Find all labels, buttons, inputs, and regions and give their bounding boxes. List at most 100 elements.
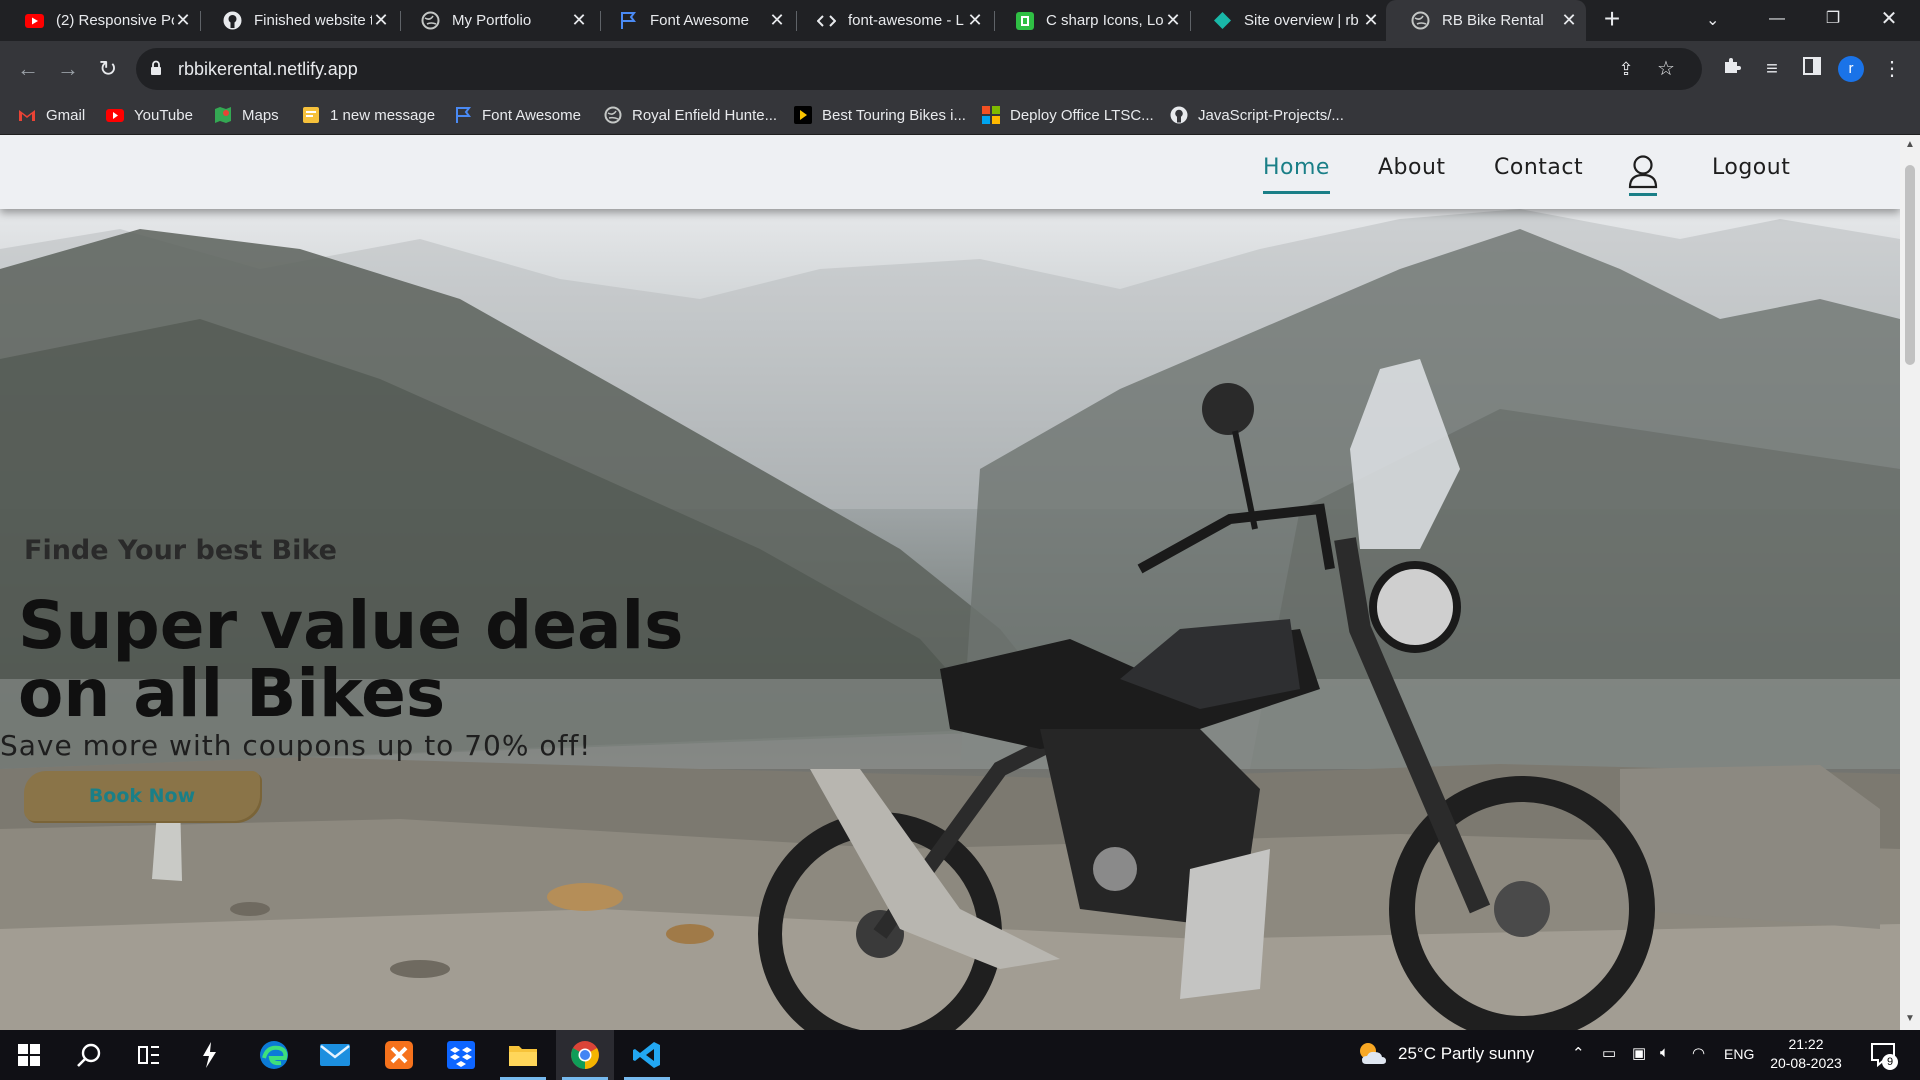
bookmark-youtube[interactable]: YouTube — [106, 106, 193, 124]
tab-title: Font Awesome — [650, 12, 749, 29]
side-panel-icon[interactable] — [1796, 53, 1828, 85]
tab-title: RB Bike Rental — [1442, 12, 1544, 29]
mail-icon[interactable] — [306, 1030, 364, 1080]
windows-taskbar: 25°C Partly sunny ⌃ ▭ ▣ 🔈︎ ◠ ENG 21:22 2… — [0, 1030, 1920, 1080]
message-icon — [302, 106, 320, 124]
menu-kebab-icon[interactable]: ⋮ — [1876, 53, 1908, 85]
github-icon — [1170, 106, 1188, 124]
back-button[interactable]: ← — [12, 53, 44, 85]
close-icon[interactable]: ✕ — [1560, 10, 1578, 31]
youtube-icon — [25, 11, 44, 30]
book-now-button[interactable]: Book Now — [24, 771, 260, 821]
restore-button[interactable]: ❐ — [1810, 4, 1856, 34]
tab-rb-bike-rental[interactable]: RB Bike Rental ✕ — [1386, 0, 1586, 41]
xampp-icon[interactable] — [370, 1030, 428, 1080]
tab-title: C sharp Icons, Lo — [1046, 12, 1164, 29]
close-icon[interactable]: ✕ — [1362, 10, 1380, 31]
tab-title: My Portfolio — [452, 12, 532, 29]
nav-logout[interactable]: Logout — [1712, 155, 1790, 180]
profile-avatar[interactable]: r — [1838, 56, 1864, 82]
minimize-button[interactable]: — — [1754, 4, 1800, 34]
address-bar[interactable]: rbbikerental.netlify.app ⇪ ☆ — [136, 48, 1702, 90]
share-icon[interactable]: ⇪ — [1610, 53, 1642, 85]
bookmark-royal-enfield[interactable]: Royal Enfield Hunte... — [604, 106, 777, 124]
clock-time: 21:22 — [1788, 1036, 1824, 1052]
bookmark-label: YouTube — [134, 106, 193, 124]
language-indicator[interactable]: ENG — [1724, 1046, 1754, 1062]
scroll-up-icon[interactable]: ▲ — [1904, 139, 1916, 150]
nav-about[interactable]: About — [1378, 155, 1446, 180]
scroll-down-icon[interactable]: ▼ — [1904, 1013, 1916, 1024]
globe-icon — [1411, 11, 1430, 30]
notification-count-badge: 9 — [1882, 1054, 1898, 1070]
globe-icon — [421, 11, 440, 30]
bookmark-label: Deploy Office LTSC... — [1010, 106, 1154, 124]
tab-c-sharp-icons[interactable]: C sharp Icons, Lo ✕ — [990, 0, 1190, 41]
netlify-icon — [1213, 11, 1232, 30]
bookmark-deploy-office[interactable]: Deploy Office LTSC... — [982, 106, 1154, 124]
bookmark-label: Royal Enfield Hunte... — [632, 106, 778, 124]
tab-finished-website[interactable]: Finished website t ✕ — [198, 0, 398, 41]
code-icon — [817, 11, 836, 30]
tab-font-awesome[interactable]: Font Awesome ✕ — [594, 0, 794, 41]
bookmark-maps[interactable]: Maps — [214, 106, 279, 124]
clock[interactable]: 21:22 20-08-2023 — [1766, 1035, 1846, 1073]
show-hidden-icons-icon[interactable]: ⌃ — [1572, 1044, 1585, 1062]
vscode-icon[interactable] — [618, 1030, 676, 1080]
windows-start-icon[interactable] — [0, 1030, 58, 1080]
chrome-icon[interactable] — [556, 1030, 614, 1080]
bookmark-star-icon[interactable]: ☆ — [1650, 53, 1682, 85]
close-window-button[interactable]: ✕ — [1866, 4, 1912, 34]
close-icon[interactable]: ✕ — [372, 10, 390, 31]
bookmark-label: 1 new message — [330, 106, 436, 124]
bookmark-best-touring-bikes[interactable]: Best Touring Bikes i... — [794, 106, 966, 124]
tab-my-portfolio[interactable]: My Portfolio ✕ — [396, 0, 596, 41]
youtube-icon — [106, 106, 124, 124]
nav-home[interactable]: Home — [1263, 155, 1330, 194]
reload-button[interactable]: ↻ — [92, 53, 124, 85]
close-icon[interactable]: ✕ — [174, 10, 192, 31]
weather-text[interactable]: 25°C Partly sunny — [1398, 1044, 1534, 1064]
dropbox-icon[interactable] — [432, 1030, 490, 1080]
site-navbar: Home About Contact Logout — [0, 135, 1900, 209]
gmail-icon — [18, 106, 36, 124]
nav-contact[interactable]: Contact — [1494, 155, 1583, 180]
bookmark-label: JavaScript-Projects/... — [1198, 106, 1344, 124]
forward-button[interactable]: → — [52, 53, 84, 85]
green-app-icon — [1015, 11, 1034, 30]
extensions-icon[interactable] — [1716, 53, 1748, 85]
page-scrollbar[interactable]: ▲ ▼ — [1900, 135, 1920, 1030]
close-icon[interactable]: ✕ — [1164, 10, 1182, 31]
search-icon[interactable] — [60, 1030, 118, 1080]
close-icon[interactable]: ✕ — [570, 10, 588, 31]
bookmark-javascript-projects[interactable]: JavaScript-Projects/... — [1170, 106, 1344, 124]
file-explorer-icon[interactable] — [494, 1030, 552, 1080]
winget-icon[interactable] — [180, 1030, 238, 1080]
tab-font-awesome-code[interactable]: font-awesome - L ✕ — [792, 0, 992, 41]
user-icon[interactable] — [1627, 153, 1659, 197]
bookmark-font-awesome[interactable]: Font Awesome — [454, 106, 581, 124]
bookmark-message[interactable]: 1 new message — [302, 106, 435, 124]
tab-responsive-portfolio[interactable]: (2) Responsive Po ✕ — [0, 0, 200, 41]
play-icon — [794, 106, 812, 124]
tab-site-overview[interactable]: Site overview | rb ✕ — [1188, 0, 1388, 41]
task-view-icon[interactable] — [120, 1030, 178, 1080]
flag-icon — [619, 11, 638, 30]
reading-list-icon[interactable]: ≡ — [1756, 53, 1788, 85]
tab-title: font-awesome - L — [848, 12, 964, 29]
hero-subtitle: Save more with coupons up to 70% off! — [0, 729, 592, 762]
close-icon[interactable]: ✕ — [966, 10, 984, 31]
url-text: rbbikerental.netlify.app — [178, 59, 358, 79]
edge-icon[interactable] — [245, 1030, 303, 1080]
battery-icon[interactable]: ▭ — [1602, 1044, 1616, 1062]
scrollbar-thumb[interactable] — [1905, 165, 1915, 365]
bookmark-gmail[interactable]: Gmail — [18, 106, 85, 124]
tab-search-icon[interactable]: ⌄ — [1706, 10, 1719, 30]
new-tab-button[interactable]: + — [1598, 5, 1626, 34]
device-icon[interactable]: ▣ — [1632, 1044, 1646, 1062]
wifi-icon[interactable]: ◠ — [1692, 1044, 1705, 1062]
close-icon[interactable]: ✕ — [768, 10, 786, 31]
weather-icon[interactable] — [1356, 1040, 1388, 1072]
volume-icon[interactable]: 🔈︎ — [1660, 1044, 1669, 1061]
tab-strip: (2) Responsive Po ✕ Finished website t ✕… — [0, 0, 1920, 41]
